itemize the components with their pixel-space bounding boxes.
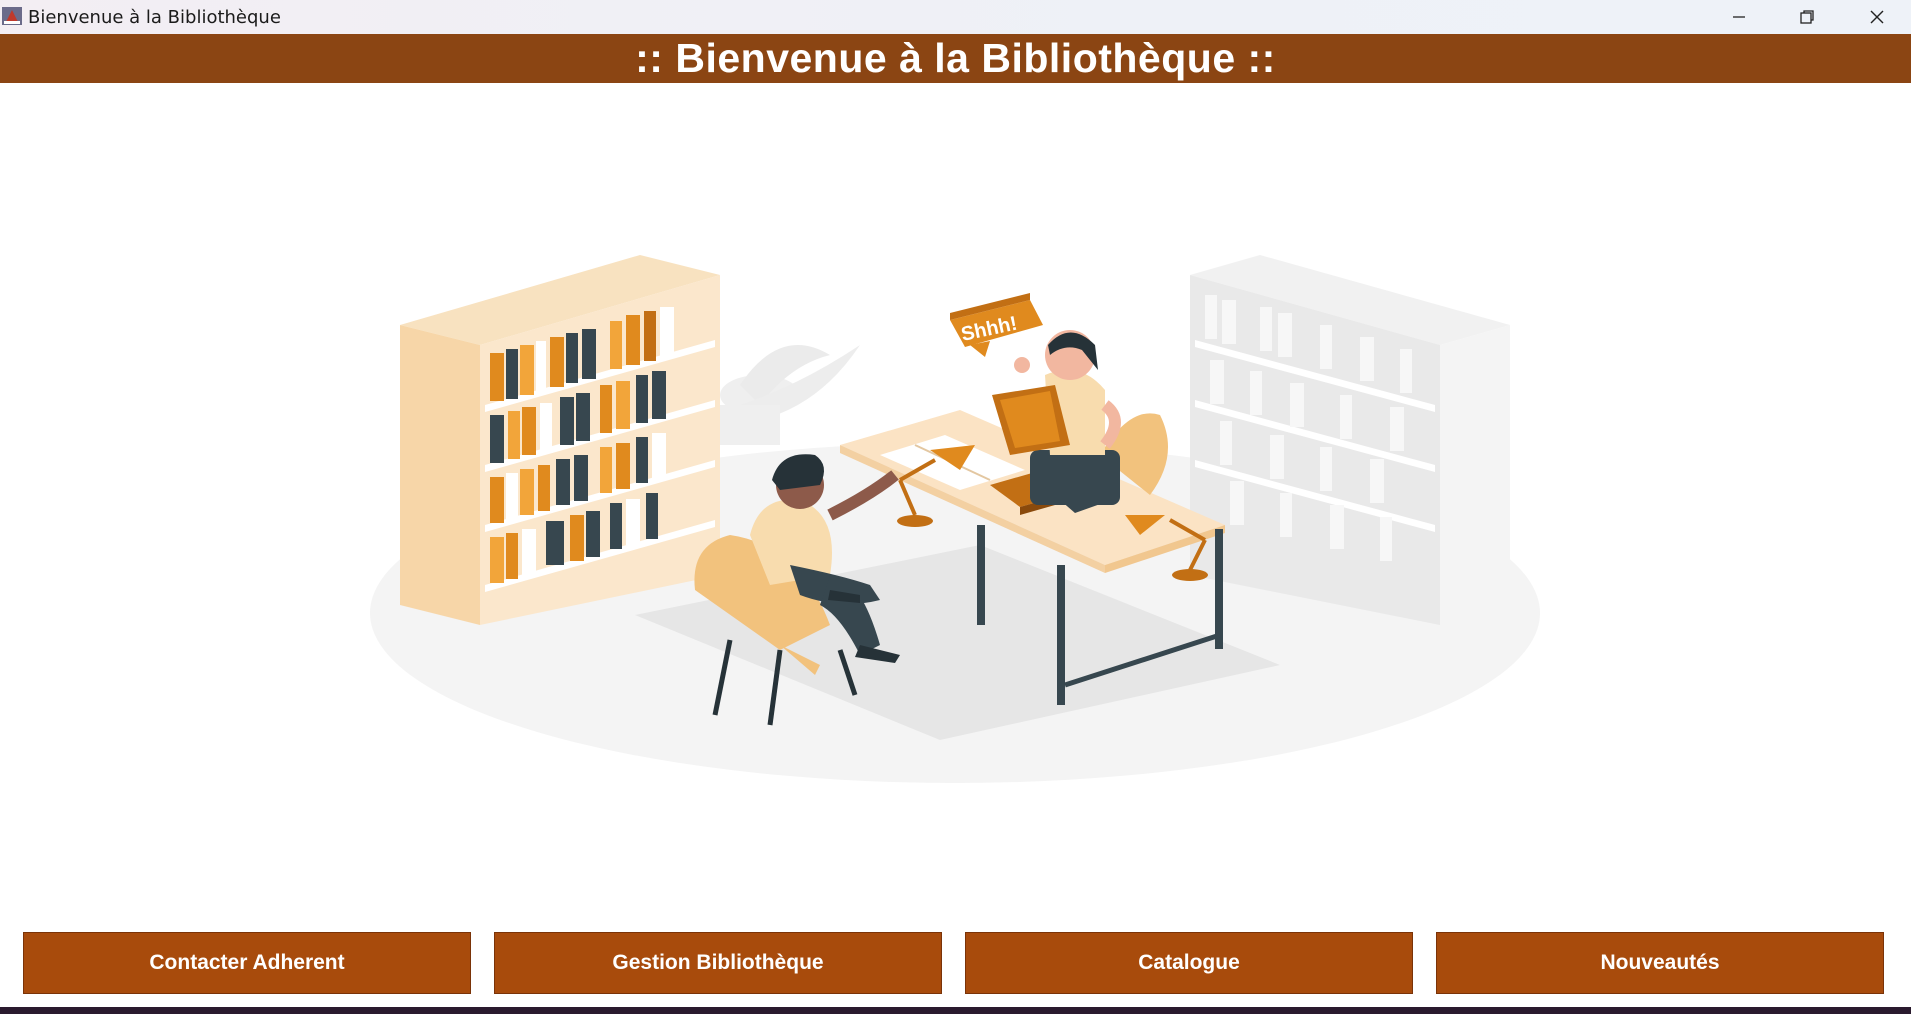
window-title: Bienvenue à la Bibliothèque [28,7,281,28]
restore-button[interactable] [1773,0,1841,34]
page-title: :: Bienvenue à la Bibliothèque :: [635,35,1276,81]
right-bookshelf [1190,255,1510,625]
gestion-bibliotheque-label: Gestion Bibliothèque [612,951,824,974]
catalogue-button[interactable]: Catalogue [965,932,1413,994]
left-bookshelf [400,255,720,625]
restore-icon [1800,10,1814,24]
gestion-bibliotheque-button[interactable]: Gestion Bibliothèque [494,932,942,994]
close-icon [1870,10,1884,24]
java-app-icon [2,7,22,25]
nouveautes-button[interactable]: Nouveautés [1436,932,1884,994]
taskbar-edge [0,1007,1911,1014]
header-banner: :: Bienvenue à la Bibliothèque :: [0,34,1911,83]
library-illustration: Shhh! [370,255,1540,783]
decorative-plant [720,345,860,445]
speech-bubble: Shhh! [950,293,1043,357]
catalogue-label: Catalogue [1138,951,1240,974]
minimize-button[interactable] [1705,0,1773,34]
contacter-adherent-button[interactable]: Contacter Adherent [23,932,471,994]
minimize-icon [1733,16,1745,18]
close-button[interactable] [1843,0,1911,34]
nouveautes-label: Nouveautés [1600,951,1720,974]
window-titlebar: Bienvenue à la Bibliothèque [0,0,1911,34]
contacter-adherent-label: Contacter Adherent [149,951,345,974]
